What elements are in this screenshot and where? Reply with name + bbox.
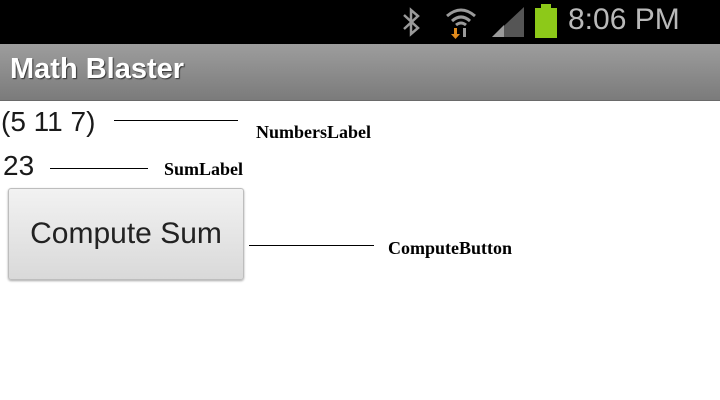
wifi-icon [446,8,476,39]
numbers-leader-line [114,120,238,121]
button-callout: ComputeButton [388,238,513,258]
signal-icon [492,7,524,37]
status-bar: 8:06 PM [0,0,720,44]
sum-leader-line [50,168,148,169]
app-title: Math Blaster [10,53,185,85]
button-leader-line [249,245,374,246]
compute-sum-button[interactable]: Compute Sum [8,188,244,280]
status-clock: 8:06 PM [568,3,680,36]
app-title-bar: Math Blaster [0,44,720,101]
numbers-label: (5 11 7) [1,106,96,137]
sum-label: 23 [3,150,35,181]
sum-callout: SumLabel [164,159,244,179]
numbers-callout: NumbersLabel [256,122,372,142]
bluetooth-icon [403,7,420,37]
battery-icon [535,4,557,38]
